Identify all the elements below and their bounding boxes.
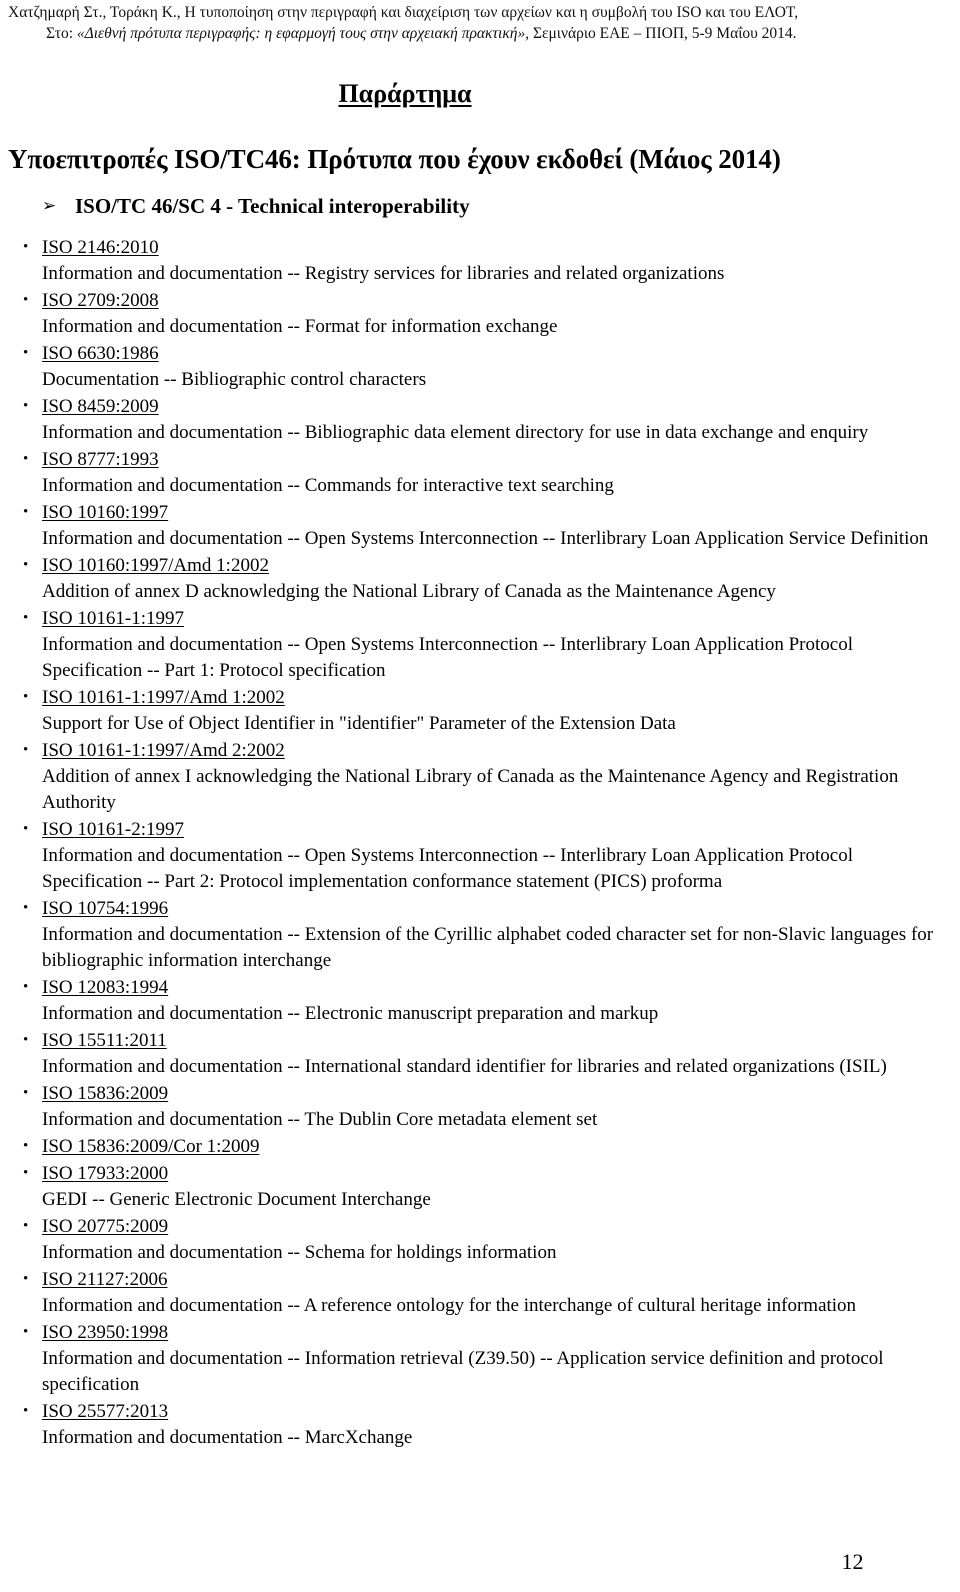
- standard-code-link[interactable]: ISO 15836:2009/Cor 1:2009: [42, 1133, 960, 1160]
- standard-list-item: • ISO 15511:2011 Information and documenta…: [0, 1027, 960, 1080]
- standard-list-item: • ISO 10161-2:1997 Information and documen…: [0, 816, 960, 895]
- standard-code-link[interactable]: ISO 10161-2:1997: [42, 816, 960, 843]
- standard-code-link[interactable]: ISO 10161-1:1997/Amd 2:2002: [42, 737, 960, 764]
- subcommittee-heading: ➢ ISO/TC 46/SC 4 - Technical interoperab…: [0, 192, 960, 220]
- standard-list-item: • ISO 12083:1994 Information and documenta…: [0, 974, 960, 1027]
- standard-description: Information and documentation -- Informa…: [42, 1348, 884, 1395]
- standard-list-item: • ISO 2146:2010 Information and documentat…: [0, 234, 960, 287]
- running-header-citation-prefix: Στο:: [46, 25, 77, 42]
- subcommittee-label: ISO/TC 46/SC 4 - Technical interoperabil…: [75, 194, 470, 218]
- bullet-icon: •: [23, 1165, 29, 1181]
- standard-list-item: • ISO 10754:1996 Information and documenta…: [0, 895, 960, 974]
- bullet-icon: •: [23, 610, 29, 626]
- bullet-icon: •: [23, 1403, 29, 1419]
- standard-description: Information and documentation -- Format …: [42, 316, 558, 337]
- bullet-icon: •: [23, 557, 29, 573]
- standard-description: Information and documentation -- Open Sy…: [42, 845, 853, 892]
- standard-list-item: • ISO 17933:2000 GEDI -- Generic Electroni…: [0, 1160, 960, 1213]
- standard-description: Information and documentation -- A refer…: [42, 1295, 857, 1316]
- arrow-bullet-icon: ➢: [42, 196, 57, 215]
- bullet-icon: •: [23, 742, 29, 758]
- standard-code-link[interactable]: ISO 6630:1986: [42, 340, 960, 367]
- standard-list-item: • ISO 21127:2006 Information and documenta…: [0, 1266, 960, 1319]
- running-header-line-1: Χατζημαρή Στ., Τοράκη Κ., Η τυποποίηση σ…: [8, 4, 799, 21]
- standard-list-item: • ISO 8459:2009 Information and documentat…: [0, 393, 960, 446]
- standard-description: Information and documentation -- Extensi…: [42, 924, 934, 971]
- standard-description: Support for Use of Object Identifier in …: [42, 713, 676, 734]
- standard-list-item: • ISO 10161-1:1997/Amd 1:2002 Support for …: [0, 684, 960, 737]
- standard-description: Addition of annex D acknowledging the Na…: [42, 581, 776, 602]
- standard-list-item: • ISO 15836:2009/Cor 1:2009: [0, 1133, 960, 1160]
- standard-code-link[interactable]: ISO 17933:2000: [42, 1160, 960, 1187]
- standard-code-link[interactable]: ISO 10161-1:1997/Amd 1:2002: [42, 684, 960, 711]
- standard-code-link[interactable]: ISO 25577:2013: [42, 1398, 960, 1425]
- standard-code-link[interactable]: ISO 2146:2010: [42, 234, 960, 261]
- standards-list: • ISO 2146:2010 Information and documentat…: [0, 234, 960, 1451]
- bullet-icon: •: [23, 979, 29, 995]
- standard-description: Addition of annex I acknowledging the Na…: [42, 766, 899, 813]
- bullet-icon: •: [23, 292, 29, 308]
- standard-code-link[interactable]: ISO 8459:2009: [42, 393, 960, 420]
- standard-list-item: • ISO 2709:2008 Information and documentat…: [0, 287, 960, 340]
- bullet-icon: •: [23, 1138, 29, 1154]
- standard-list-item: • ISO 23950:1998 Information and documenta…: [0, 1319, 960, 1398]
- standard-description: Information and documentation -- Electro…: [42, 1003, 659, 1024]
- standard-code-link[interactable]: ISO 2709:2008: [42, 287, 960, 314]
- standard-description: Information and documentation -- MarcXch…: [42, 1427, 413, 1448]
- running-header-citation-suffix: , Σεμινάριο ΕΑΕ – ΠΙΟΠ, 5-9 Μαΐου 2014.: [525, 25, 797, 42]
- bullet-icon: •: [23, 504, 29, 520]
- bullet-icon: •: [23, 1324, 29, 1340]
- standard-list-item: • ISO 8777:1993 Information and documentat…: [0, 446, 960, 499]
- bullet-icon: •: [23, 1271, 29, 1287]
- standard-list-item: • ISO 10160:1997 Information and documenta…: [0, 499, 960, 552]
- standard-description: Documentation -- Bibliographic control c…: [42, 369, 427, 390]
- standard-code-link[interactable]: ISO 15511:2011: [42, 1027, 960, 1054]
- running-header-citation-title: «Διεθνή πρότυπα περιγραφής: η εφαρμογή τ…: [76, 25, 526, 42]
- bullet-icon: •: [23, 900, 29, 916]
- standard-code-link[interactable]: ISO 20775:2009: [42, 1213, 960, 1240]
- standard-description: Information and documentation -- Registr…: [42, 263, 725, 284]
- standard-code-link[interactable]: ISO 10161-1:1997: [42, 605, 960, 632]
- page-body: Παράρτημα Υποεπιτροπές ISO/TC46: Πρότυπα…: [0, 78, 960, 1451]
- running-header: Χατζημαρή Στ., Τοράκη Κ., Η τυποποίηση σ…: [0, 2, 960, 44]
- standard-list-item: • ISO 25577:2013 Information and documenta…: [0, 1398, 960, 1451]
- standard-code-link[interactable]: ISO 10160:1997: [42, 499, 960, 526]
- bullet-icon: •: [23, 398, 29, 414]
- bullet-icon: •: [23, 821, 29, 837]
- standard-description: Information and documentation -- Command…: [42, 475, 614, 496]
- standard-list-item: • ISO 20775:2009 Information and documenta…: [0, 1213, 960, 1266]
- page-number: 12: [841, 1549, 864, 1574]
- standard-code-link[interactable]: ISO 8777:1993: [42, 446, 960, 473]
- standard-description: Information and documentation -- Open Sy…: [42, 634, 853, 681]
- annex-heading-text: Παράρτημα: [338, 79, 472, 108]
- standard-description: Information and documentation -- Bibliog…: [42, 422, 869, 443]
- standard-code-link[interactable]: ISO 23950:1998: [42, 1319, 960, 1346]
- page-title: Υποεπιτροπές ISO/TC46: Πρότυπα που έχουν…: [8, 144, 781, 174]
- bullet-icon: •: [23, 345, 29, 361]
- bullet-icon: •: [23, 1032, 29, 1048]
- standard-list-item: • ISO 6630:1986 Documentation -- Bibliogra…: [0, 340, 960, 393]
- bullet-icon: •: [23, 689, 29, 705]
- standard-list-item: • ISO 15836:2009 Information and documenta…: [0, 1080, 960, 1133]
- standard-description: Information and documentation -- Interna…: [42, 1056, 887, 1077]
- annex-heading: Παράρτημα: [0, 78, 960, 110]
- standard-description: Information and documentation -- Schema …: [42, 1242, 557, 1263]
- standard-list-item: • ISO 10161-1:1997 Information and documen…: [0, 605, 960, 684]
- standard-description: Information and documentation -- Open Sy…: [42, 528, 929, 549]
- standard-list-item: • ISO 10160:1997/Amd 1:2002 Addition of an…: [0, 552, 960, 605]
- standard-code-link[interactable]: ISO 10754:1996: [42, 895, 960, 922]
- bullet-icon: •: [23, 1218, 29, 1234]
- standard-description: Information and documentation -- The Dub…: [42, 1109, 598, 1130]
- standard-code-link[interactable]: ISO 10160:1997/Amd 1:2002: [42, 552, 960, 579]
- standard-description: GEDI -- Generic Electronic Document Inte…: [42, 1189, 431, 1210]
- standard-code-link[interactable]: ISO 21127:2006: [42, 1266, 960, 1293]
- bullet-icon: •: [23, 239, 29, 255]
- bullet-icon: •: [23, 1085, 29, 1101]
- standard-code-link[interactable]: ISO 12083:1994: [42, 974, 960, 1001]
- standard-code-link[interactable]: ISO 15836:2009: [42, 1080, 960, 1107]
- standard-list-item: • ISO 10161-1:1997/Amd 2:2002 Addition of …: [0, 737, 960, 816]
- bullet-icon: •: [23, 451, 29, 467]
- running-header-line-2: Στο: «Διεθνή πρότυπα περιγραφής: η εφαρμ…: [0, 23, 960, 44]
